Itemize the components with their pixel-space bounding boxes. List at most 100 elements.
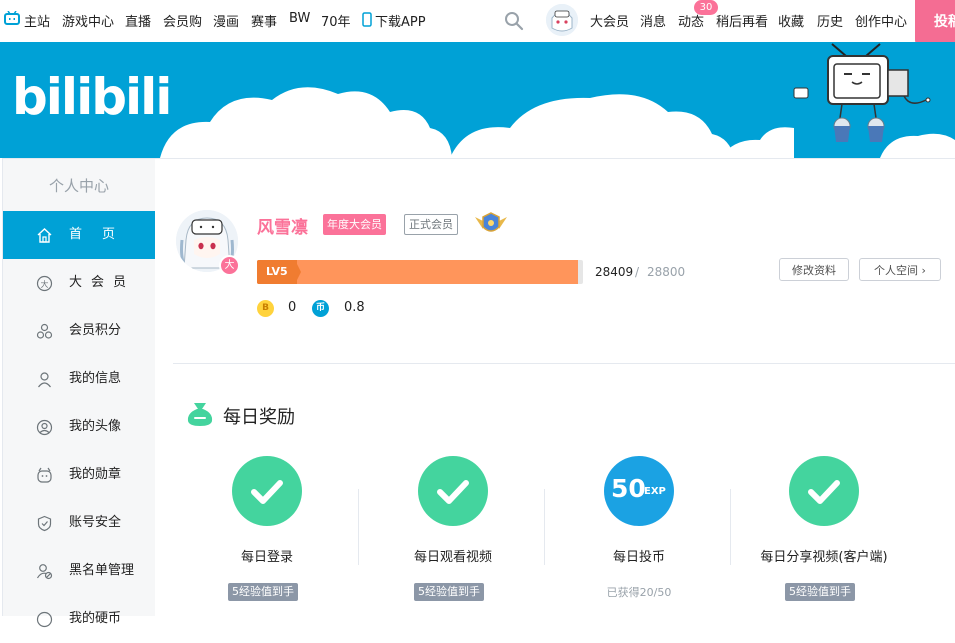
medal-badge-icon[interactable]	[473, 211, 509, 237]
task-complete-circle	[789, 456, 859, 526]
main-content: 大 风雪凛 年度大会员 正式会员 LV5 28409 / 28800 修改资料 …	[155, 158, 955, 616]
level-label-arrow	[295, 260, 301, 284]
home-icon	[37, 228, 52, 243]
task-complete-circle	[232, 456, 302, 526]
level-label: LV5	[257, 260, 297, 284]
sidebar-item-vip[interactable]: 大 大会员	[3, 259, 155, 307]
nav-creator-center[interactable]: 创作中心	[855, 11, 907, 30]
sidebar-item-label: 账号安全	[69, 515, 122, 530]
sidebar-item-coins[interactable]: 我的硬币	[3, 595, 155, 643]
annual-vip-tag[interactable]: 年度大会员	[323, 214, 386, 235]
coin-icon	[36, 611, 53, 628]
bcoin-balance: 0	[288, 300, 297, 315]
header-banner: bilibili	[0, 42, 955, 158]
sidebar-item-medal[interactable]: 我的勋章	[3, 451, 155, 499]
task-divider	[358, 489, 359, 565]
money-bag-icon	[187, 403, 213, 426]
bcoin-icon: B	[257, 300, 274, 317]
medal-icon	[37, 467, 52, 483]
dynamics-count-badge: 30	[694, 0, 718, 15]
task-reward-tag: 5经验值到手	[228, 583, 298, 601]
sidebar-item-label: 我的硬币	[69, 611, 122, 626]
personal-space-label: 个人空间	[874, 264, 919, 277]
tv-mascot-illustration	[793, 43, 931, 142]
banner-art: bilibili	[12, 43, 955, 158]
level-progress-fill	[257, 260, 579, 284]
task-exp-unit: EXP	[644, 486, 666, 497]
task-share-video: 每日分享视频(客户端) 5经验值到手	[734, 456, 914, 606]
sidebar-item-blacklist[interactable]: 黑名单管理	[3, 547, 155, 595]
task-exp-circle: 50 EXP	[604, 456, 674, 526]
svg-text:bilibili: bilibili	[12, 68, 170, 126]
vip-avatar-badge: 大	[219, 255, 240, 276]
checkmark-icon	[808, 480, 840, 504]
bilibili-logo: bilibili	[12, 68, 172, 126]
top-navbar: 主站 游戏中心 直播 会员购 漫画 赛事 BW 70年 下载APP 大会员 消息…	[0, 0, 955, 46]
upload-button[interactable]: 投稿	[915, 0, 955, 46]
edit-profile-button[interactable]: 修改资料	[779, 258, 849, 281]
exp-current: 28409	[595, 265, 634, 279]
task-complete-circle	[418, 456, 488, 526]
vip-icon: 大	[36, 275, 53, 292]
task-reward-tag: 5经验值到手	[785, 583, 855, 601]
points-icon	[36, 323, 53, 339]
checkmark-icon	[437, 480, 469, 504]
nav-watch-later[interactable]: 稍后再看	[716, 11, 768, 30]
sidebar-item-info[interactable]: 我的信息	[3, 355, 155, 403]
nav-main-site[interactable]: 主站	[24, 11, 50, 30]
nav-download-app[interactable]: 下载APP	[375, 11, 426, 30]
sidebar-item-points[interactable]: 会员积分	[3, 307, 155, 355]
sidebar-item-label: 会员积分	[69, 323, 122, 338]
task-daily-login: 每日登录 5经验值到手	[177, 456, 357, 606]
task-exp-value: 50	[611, 474, 646, 503]
task-watch-video: 每日观看视频 5经验值到手	[363, 456, 543, 606]
personal-space-button[interactable]: 个人空间 ›	[859, 258, 941, 281]
nav-favorites[interactable]: 收藏	[778, 11, 804, 30]
nav-match[interactable]: 赛事	[251, 11, 277, 30]
nav-shop[interactable]: 会员购	[163, 11, 202, 30]
daily-reward-title: 每日奖励	[223, 407, 295, 428]
task-progress-note: 已获得20/50	[606, 586, 672, 599]
sidebar-item-label: 我的头像	[69, 419, 122, 434]
task-name: 每日投币	[612, 550, 665, 565]
coin-icon: 币	[312, 300, 329, 317]
search-icon[interactable]	[504, 11, 524, 31]
sidebar-item-security[interactable]: 账号安全	[3, 499, 155, 547]
blacklist-icon	[36, 564, 53, 580]
exp-max: 28800	[647, 265, 686, 279]
task-name: 每日登录	[240, 550, 293, 565]
nav-manga[interactable]: 漫画	[213, 11, 239, 30]
phone-icon	[362, 12, 372, 27]
sidebar-item-avatar[interactable]: 我的头像	[3, 403, 155, 451]
sidebar-item-label: 黑名单管理	[69, 563, 135, 578]
sidebar-title: 个人中心	[48, 177, 109, 195]
coin-balance: 0.8	[344, 300, 365, 315]
bilibili-tv-icon[interactable]	[4, 11, 20, 25]
sidebar-item-home[interactable]: 首页	[3, 211, 155, 259]
username: 风雪凛	[257, 218, 308, 238]
nav-70years[interactable]: 70年	[321, 11, 351, 30]
nav-messages[interactable]: 消息	[640, 11, 666, 30]
chevron-right-icon: ›	[921, 264, 926, 277]
nav-big-vip[interactable]: 大会员	[590, 11, 629, 30]
sidebar-item-label: 我的勋章	[69, 467, 122, 482]
nav-live[interactable]: 直播	[125, 11, 151, 30]
section-divider	[173, 363, 955, 364]
user-avatar[interactable]	[546, 4, 578, 36]
task-name: 每日观看视频	[413, 550, 492, 565]
task-divider	[730, 489, 731, 565]
exp-separator: /	[635, 265, 640, 279]
shield-icon	[37, 515, 52, 532]
task-name: 每日分享视频(客户端)	[760, 550, 888, 565]
nav-bw[interactable]: BW	[289, 11, 310, 26]
task-daily-coin: 50 EXP 每日投币 已获得20/50	[549, 456, 729, 606]
task-divider	[544, 489, 545, 565]
nav-game-center[interactable]: 游戏中心	[62, 11, 114, 30]
sidebar-item-label: 首页	[69, 227, 136, 242]
nav-history[interactable]: 历史	[817, 11, 843, 30]
checkmark-icon	[251, 480, 283, 504]
member-status-tag: 正式会员	[404, 214, 458, 235]
sidebar: 个人中心 首页 大 大会员 会员积分 我的信息 我的头像 我的勋章 账号安全 黑…	[2, 158, 156, 628]
task-reward-tag: 5经验值到手	[414, 583, 484, 601]
level-progress-bar: LV5	[257, 260, 583, 284]
